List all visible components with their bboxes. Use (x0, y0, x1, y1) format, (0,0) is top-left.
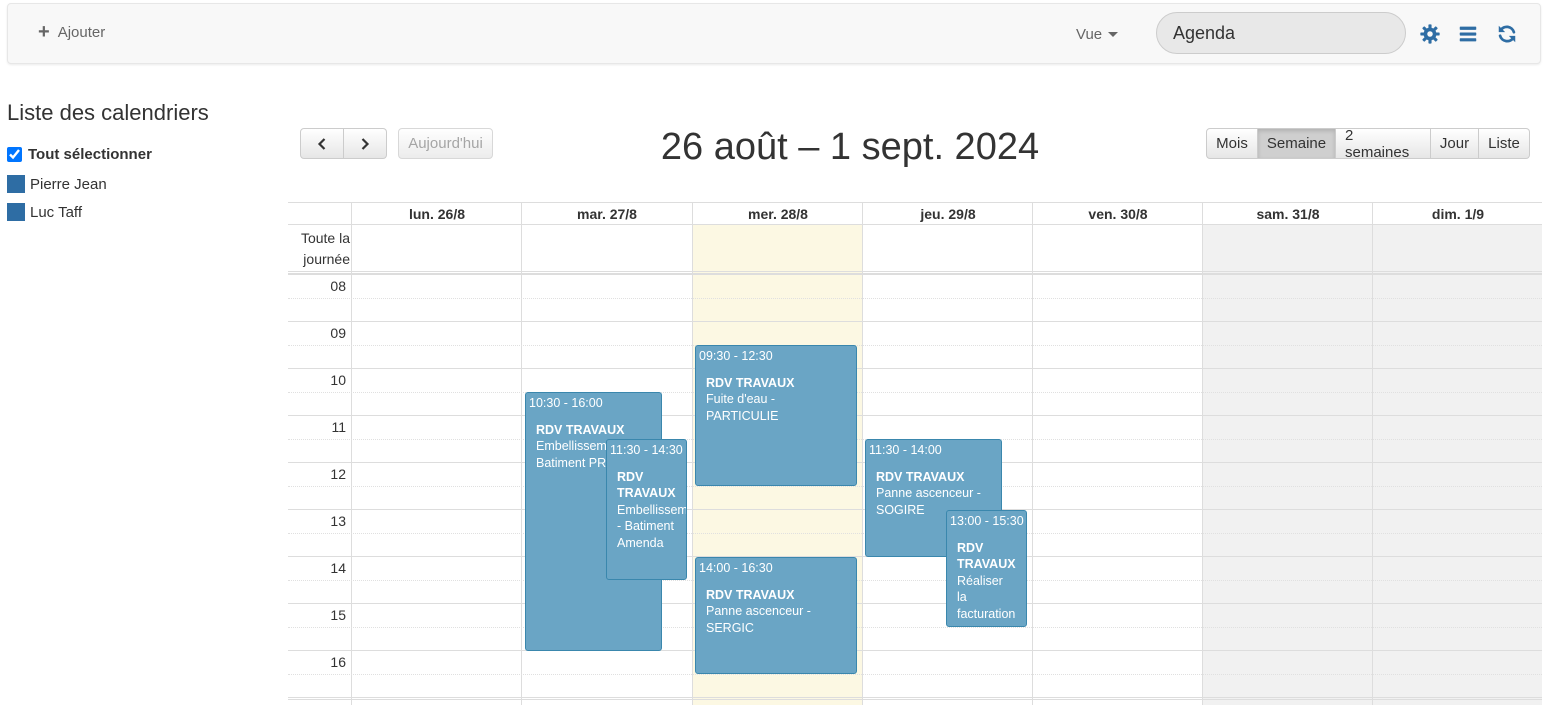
calendar-event[interactable]: 09:30 - 12:30 RDV TRAVAUX Fuite d'eau - … (695, 345, 857, 486)
grid-bottom-separator (288, 697, 1542, 700)
gear-icon[interactable] (1419, 23, 1441, 45)
add-button[interactable]: + Ajouter (38, 22, 105, 42)
day-column-mon[interactable] (351, 225, 522, 705)
event-description: Panne ascenceur - SERGIC (706, 604, 811, 635)
calendar-title: 26 août – 1 sept. 2024 (660, 126, 1040, 168)
select-all-label: Tout sélectionner (28, 146, 152, 163)
caret-down-icon (1108, 32, 1119, 37)
view-2weeks-button[interactable]: 2 semaines (1336, 127, 1431, 161)
allday-label: Toute la journée (288, 228, 350, 270)
select-all-checkbox[interactable] (7, 147, 22, 162)
time-label: 12 (330, 466, 346, 482)
hour-line (288, 321, 1542, 322)
calendar-item-pierre-jean[interactable]: Pierre Jean (7, 175, 107, 193)
week-grid: lun. 26/8 mar. 27/8 mer. 28/8 jeu. 29/8 … (288, 202, 1542, 705)
half-hour-line (288, 345, 1542, 346)
time-label: 14 (330, 560, 346, 576)
day-header: jeu. 29/8 (862, 202, 1033, 225)
header-gutter (288, 202, 352, 225)
time-label: 09 (330, 325, 346, 341)
half-hour-line (288, 392, 1542, 393)
select-all-row[interactable]: Tout sélectionner (7, 146, 152, 163)
day-column-sun[interactable] (1372, 225, 1542, 705)
view-month-button[interactable]: Mois (1206, 128, 1258, 159)
half-hour-line (288, 674, 1542, 675)
day-header: mer. 28/8 (692, 202, 863, 225)
today-group: Aujourd'hui (398, 128, 493, 159)
plus-icon: + (38, 21, 50, 43)
view-day-button[interactable]: Jour (1431, 128, 1479, 159)
day-column-sat[interactable] (1202, 225, 1373, 705)
hour-line (288, 650, 1542, 651)
half-hour-line (288, 627, 1542, 628)
event-description: Fuite d'eau - PARTICULIE (706, 392, 779, 423)
allday-label-line2: journée (303, 251, 350, 267)
calendar-event[interactable]: 11:30 - 14:30 RDV TRAVAUX Embellissement… (606, 439, 687, 580)
time-label: 15 (330, 607, 346, 623)
event-time: 11:30 - 14:00 (869, 443, 942, 457)
refresh-icon[interactable] (1496, 23, 1518, 45)
calendar-color-swatch (7, 175, 25, 193)
sidebar-title: Liste des calendriers (7, 100, 209, 125)
event-time: 14:00 - 16:30 (699, 561, 773, 575)
time-label: 16 (330, 654, 346, 670)
chevron-left-icon (317, 137, 326, 150)
nav-arrows (300, 128, 387, 159)
event-time: 13:00 - 15:30 (950, 514, 1024, 528)
time-label: 10 (330, 372, 346, 388)
half-hour-line (288, 580, 1542, 581)
view-label: Vue (1076, 26, 1103, 43)
top-toolbar: + Ajouter Vue (7, 3, 1541, 64)
hour-line (288, 603, 1542, 604)
day-header: lun. 26/8 (351, 202, 522, 225)
event-time: 09:30 - 12:30 (699, 349, 773, 363)
next-button[interactable] (344, 128, 387, 159)
search-input[interactable] (1156, 12, 1406, 54)
time-label: 13 (330, 513, 346, 529)
day-header: dim. 1/9 (1372, 202, 1542, 225)
list-icon[interactable] (1457, 23, 1479, 45)
hour-line (288, 415, 1542, 416)
calendar-event[interactable]: 13:00 - 15:30 RDV TRAVAUX Réaliser la fa… (946, 510, 1027, 627)
half-hour-line (288, 298, 1542, 299)
day-column-fri[interactable] (1032, 225, 1203, 705)
event-title: RDV TRAVAUX (617, 469, 676, 501)
event-title: RDV TRAVAUX (706, 375, 795, 390)
event-title: RDV TRAVAUX (957, 540, 1016, 572)
time-label: 11 (331, 419, 346, 435)
day-header: sam. 31/8 (1202, 202, 1373, 225)
allday-label-line1: Toute la (300, 230, 350, 246)
calendar-name: Pierre Jean (30, 175, 107, 193)
event-description: Réaliser la facturation (957, 573, 1016, 621)
event-title: RDV TRAVAUX (536, 422, 625, 437)
calendar-color-swatch (7, 203, 25, 221)
event-time: 11:30 - 14:30 (610, 443, 683, 457)
view-list-button[interactable]: Liste (1479, 128, 1530, 159)
day-header: ven. 30/8 (1032, 202, 1203, 225)
chevron-right-icon (361, 137, 370, 150)
hour-line (288, 368, 1542, 369)
calendar-name: Luc Taff (30, 203, 82, 221)
add-label: Ajouter (57, 23, 106, 41)
today-button[interactable]: Aujourd'hui (398, 128, 493, 159)
view-switcher: Mois Semaine 2 semaines Jour Liste (1206, 127, 1530, 161)
event-title: RDV TRAVAUX (706, 587, 795, 602)
event-time: 10:30 - 16:00 (529, 396, 603, 410)
time-label: 08 (330, 278, 346, 294)
day-header: mar. 27/8 (521, 202, 692, 225)
view-week-button[interactable]: Semaine (1258, 128, 1336, 159)
calendar-item-luc-taff[interactable]: Luc Taff (7, 203, 82, 221)
view-dropdown[interactable]: Vue (1076, 26, 1119, 43)
event-title: RDV TRAVAUX (876, 469, 965, 484)
hour-line (288, 274, 1542, 275)
calendar-event[interactable]: 14:00 - 16:30 RDV TRAVAUX Panne ascenceu… (695, 557, 857, 674)
prev-button[interactable] (300, 128, 344, 159)
event-description: Embellissement - Batiment Amenda (617, 502, 687, 550)
